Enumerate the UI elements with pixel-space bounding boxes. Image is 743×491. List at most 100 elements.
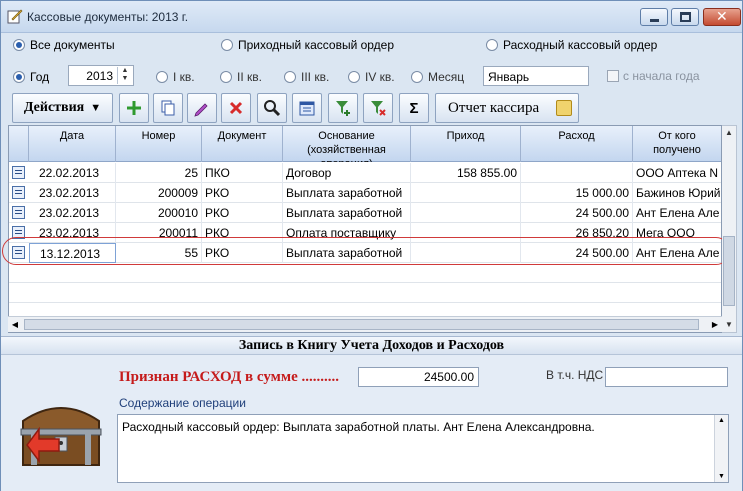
- radio-label: II кв.: [237, 70, 262, 84]
- delete-button[interactable]: [221, 93, 251, 123]
- table-row[interactable]: 23.02.2013 200009 РКО Выплата заработной…: [9, 183, 721, 203]
- radio-label: Расходный кассовый ордер: [503, 38, 658, 52]
- treasure-chest-icon: [20, 407, 102, 466]
- spinner-arrows[interactable]: ▲ ▼: [117, 67, 132, 84]
- header-number[interactable]: Номер: [116, 126, 202, 162]
- cell-from: Бажинов Юрий: [636, 186, 721, 200]
- radio-expense-order[interactable]: Расходный кассовый ордер: [486, 38, 657, 52]
- cell-expense: [521, 163, 633, 183]
- radio-q2[interactable]: II кв.: [220, 70, 262, 84]
- documents-table[interactable]: Дата Номер Документ Основание (хозяйстве…: [8, 125, 722, 333]
- spin-up-icon[interactable]: ▲: [118, 67, 132, 75]
- scroll-up-icon[interactable]: ▲: [715, 417, 728, 424]
- empty-row: [9, 263, 721, 283]
- cash-documents-window: Кассовые документы: 2013 г. ✕ Все докуме…: [0, 0, 743, 491]
- radio-label: III кв.: [301, 70, 330, 84]
- header-basis[interactable]: Основание (хозяйственная операция): [283, 126, 411, 162]
- scroll-right-icon[interactable]: ▶: [708, 317, 722, 332]
- scroll-left-icon[interactable]: ◀: [8, 317, 22, 332]
- header-from[interactable]: От кого получено: [633, 126, 721, 162]
- scroll-up-icon[interactable]: ▲: [722, 126, 736, 140]
- radio-income-order[interactable]: Приходный кассовый ордер: [221, 38, 394, 52]
- minimize-button[interactable]: [640, 8, 668, 26]
- spin-down-icon[interactable]: ▼: [118, 75, 132, 83]
- radio-dot[interactable]: [13, 71, 25, 83]
- vat-field[interactable]: [605, 367, 728, 387]
- ledger-panel: Запись в Книгу Учета Доходов и Расходов …: [1, 336, 742, 491]
- add-button[interactable]: [119, 93, 149, 123]
- document-icon: [12, 166, 25, 179]
- doc-type-filter: Все документы Приходный кассовый ордер Р…: [1, 35, 742, 61]
- filter-add-button[interactable]: [328, 93, 358, 123]
- radio-dot[interactable]: [284, 71, 296, 83]
- year-spinner[interactable]: 2013 ▲ ▼: [68, 65, 134, 86]
- cashier-report-button[interactable]: Отчет кассира: [435, 93, 579, 123]
- cell-expense: 15 000.00: [521, 183, 633, 203]
- textarea-scrollbar[interactable]: ▲ ▼: [714, 415, 728, 482]
- radio-month[interactable]: Месяц: [411, 70, 464, 84]
- scroll-thumb[interactable]: [723, 236, 735, 306]
- calendar-button[interactable]: [292, 93, 322, 123]
- filter-remove-button[interactable]: [363, 93, 393, 123]
- radio-year[interactable]: Год: [13, 70, 49, 84]
- radio-dot[interactable]: [411, 71, 423, 83]
- radio-label: Все документы: [30, 38, 115, 52]
- expense-sum-field[interactable]: 24500.00: [358, 367, 479, 387]
- title-bar: Кассовые документы: 2013 г. ✕: [1, 1, 742, 33]
- cell-doc: ПКО: [202, 163, 283, 183]
- report-label: Отчет кассира: [448, 99, 540, 116]
- edit-button[interactable]: [187, 93, 217, 123]
- filter-add-icon: [336, 101, 350, 116]
- vertical-scrollbar[interactable]: ▲ ▼: [722, 125, 737, 333]
- actions-dropdown-button[interactable]: Действия ▼: [12, 93, 113, 123]
- filter-remove-icon: [371, 101, 386, 116]
- sum-button[interactable]: Σ: [399, 93, 429, 123]
- ledger-title: Запись в Книгу Учета Доходов и Расходов: [1, 337, 742, 355]
- search-button[interactable]: [257, 93, 287, 123]
- radio-q4[interactable]: IV кв.: [348, 70, 395, 84]
- radio-q3[interactable]: III кв.: [284, 70, 329, 84]
- cell-expense: 24 500.00: [521, 203, 633, 223]
- radio-dot[interactable]: [220, 71, 232, 83]
- window-title: Кассовые документы: 2013 г.: [27, 10, 189, 24]
- radio-dot[interactable]: [486, 39, 498, 51]
- cell-basis: Выплата заработной: [283, 183, 411, 203]
- from-year-start-checkbox[interactable]: с начала года: [607, 69, 700, 83]
- radio-label: IV кв.: [365, 70, 395, 84]
- radio-label: Год: [30, 70, 50, 84]
- radio-label: I кв.: [173, 70, 195, 84]
- radio-label: Приходный кассовый ордер: [238, 38, 395, 52]
- table-header: Дата Номер Документ Основание (хозяйстве…: [9, 126, 721, 162]
- document-icon: [12, 186, 25, 199]
- cell-income: 158 855.00: [411, 163, 521, 183]
- scroll-down-icon[interactable]: ▼: [722, 318, 736, 332]
- scroll-thumb-horizontal[interactable]: [24, 319, 699, 330]
- cell-from: ООО Аптека N: [636, 166, 719, 180]
- caret-down-icon: ▼: [90, 102, 102, 114]
- cell-date: 23.02.2013: [29, 203, 116, 223]
- close-button[interactable]: ✕: [703, 8, 741, 26]
- maximize-icon: [680, 12, 691, 22]
- vat-label: В т.ч. НДС: [546, 368, 604, 382]
- radio-all-documents[interactable]: Все документы: [13, 38, 115, 52]
- header-income[interactable]: Приход: [411, 126, 521, 162]
- radio-dot[interactable]: [13, 39, 25, 51]
- header-document[interactable]: Документ: [202, 126, 283, 162]
- table-row[interactable]: 22.02.2013 25 ПКО Договор 158 855.00 ООО…: [9, 163, 721, 183]
- maximize-button[interactable]: [671, 8, 699, 26]
- add-icon: [127, 101, 141, 115]
- radio-dot[interactable]: [156, 71, 168, 83]
- actions-label: Действия: [23, 100, 85, 115]
- table-row[interactable]: 23.02.2013 200010 РКО Выплата заработной…: [9, 203, 721, 223]
- header-date[interactable]: Дата: [29, 126, 116, 162]
- copy-button[interactable]: [153, 93, 183, 123]
- scroll-down-icon[interactable]: ▼: [715, 473, 728, 480]
- header-expense[interactable]: Расход: [521, 126, 633, 162]
- month-field[interactable]: Январь: [483, 66, 589, 86]
- radio-dot[interactable]: [348, 71, 360, 83]
- checkbox-box[interactable]: [607, 70, 619, 82]
- radio-q1[interactable]: I кв.: [156, 70, 195, 84]
- radio-dot[interactable]: [221, 39, 233, 51]
- operation-content-textarea[interactable]: Расходный кассовый ордер: Выплата зарабо…: [117, 414, 729, 483]
- horizontal-scrollbar[interactable]: ◀ ▶: [8, 316, 722, 332]
